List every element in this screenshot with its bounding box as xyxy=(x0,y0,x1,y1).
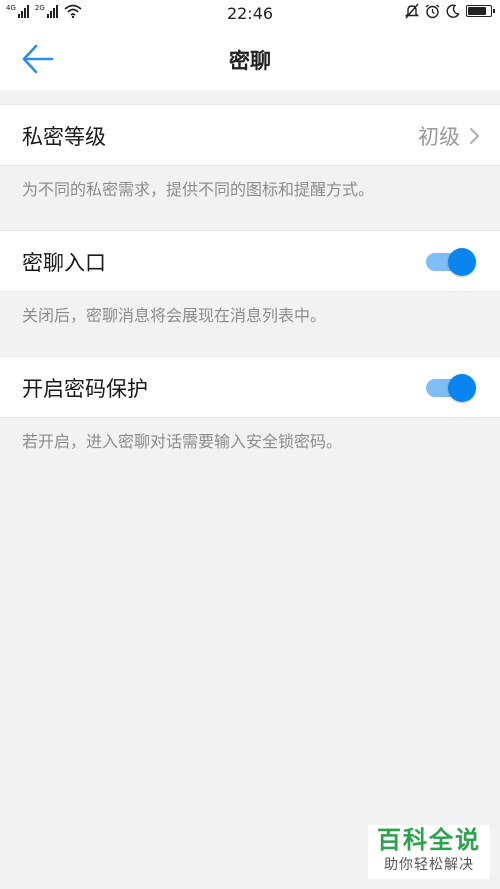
entry-toggle[interactable] xyxy=(426,248,476,276)
watermark-sub: 助你轻松解决 xyxy=(384,857,474,873)
privacy-level-hint: 为不同的私密需求，提供不同的图标和提醒方式。 xyxy=(22,180,375,199)
entry-row: 密聊入口 xyxy=(0,230,500,292)
page-title: 密聊 xyxy=(229,49,271,73)
entry-hint: 关闭后，密聊消息将会展现在消息列表中。 xyxy=(22,306,327,325)
privacy-level-value: 初级 xyxy=(418,125,460,149)
status-right-group xyxy=(405,3,495,19)
privacy-level-label: 私密等级 xyxy=(22,125,106,149)
password-label: 开启密码保护 xyxy=(22,377,148,401)
entry-toggle-thumb xyxy=(448,248,476,276)
password-toggle-thumb xyxy=(448,374,476,402)
password-row: 开启密码保护 xyxy=(0,356,500,418)
mute-bell-icon xyxy=(405,3,419,19)
entry-label: 密聊入口 xyxy=(22,251,106,275)
moon-icon xyxy=(446,4,460,18)
status-bar: 4G 2G 22:46 xyxy=(0,0,500,28)
chevron-right-icon xyxy=(470,128,479,144)
password-hint: 若开启，进入密聊对话需要输入安全锁密码。 xyxy=(22,432,343,451)
watermark-logo: 百科全说 助你轻松解决 xyxy=(368,825,490,879)
battery-icon xyxy=(466,5,495,17)
watermark-main: 百科全说 xyxy=(377,826,481,854)
password-toggle[interactable] xyxy=(426,374,476,402)
battery-fill xyxy=(468,7,486,15)
entry-section: 密聊入口 关闭后，密聊消息将会展现在消息列表中。 xyxy=(0,230,500,356)
password-section: 开启密码保护 若开启，进入密聊对话需要输入安全锁密码。 xyxy=(0,356,500,482)
alarm-icon xyxy=(425,3,440,18)
app-bar: 密聊 xyxy=(0,28,500,90)
privacy-level-row[interactable]: 私密等级 初级 xyxy=(0,104,500,166)
privacy-level-section: 私密等级 初级 为不同的私密需求，提供不同的图标和提醒方式。 xyxy=(0,104,500,230)
